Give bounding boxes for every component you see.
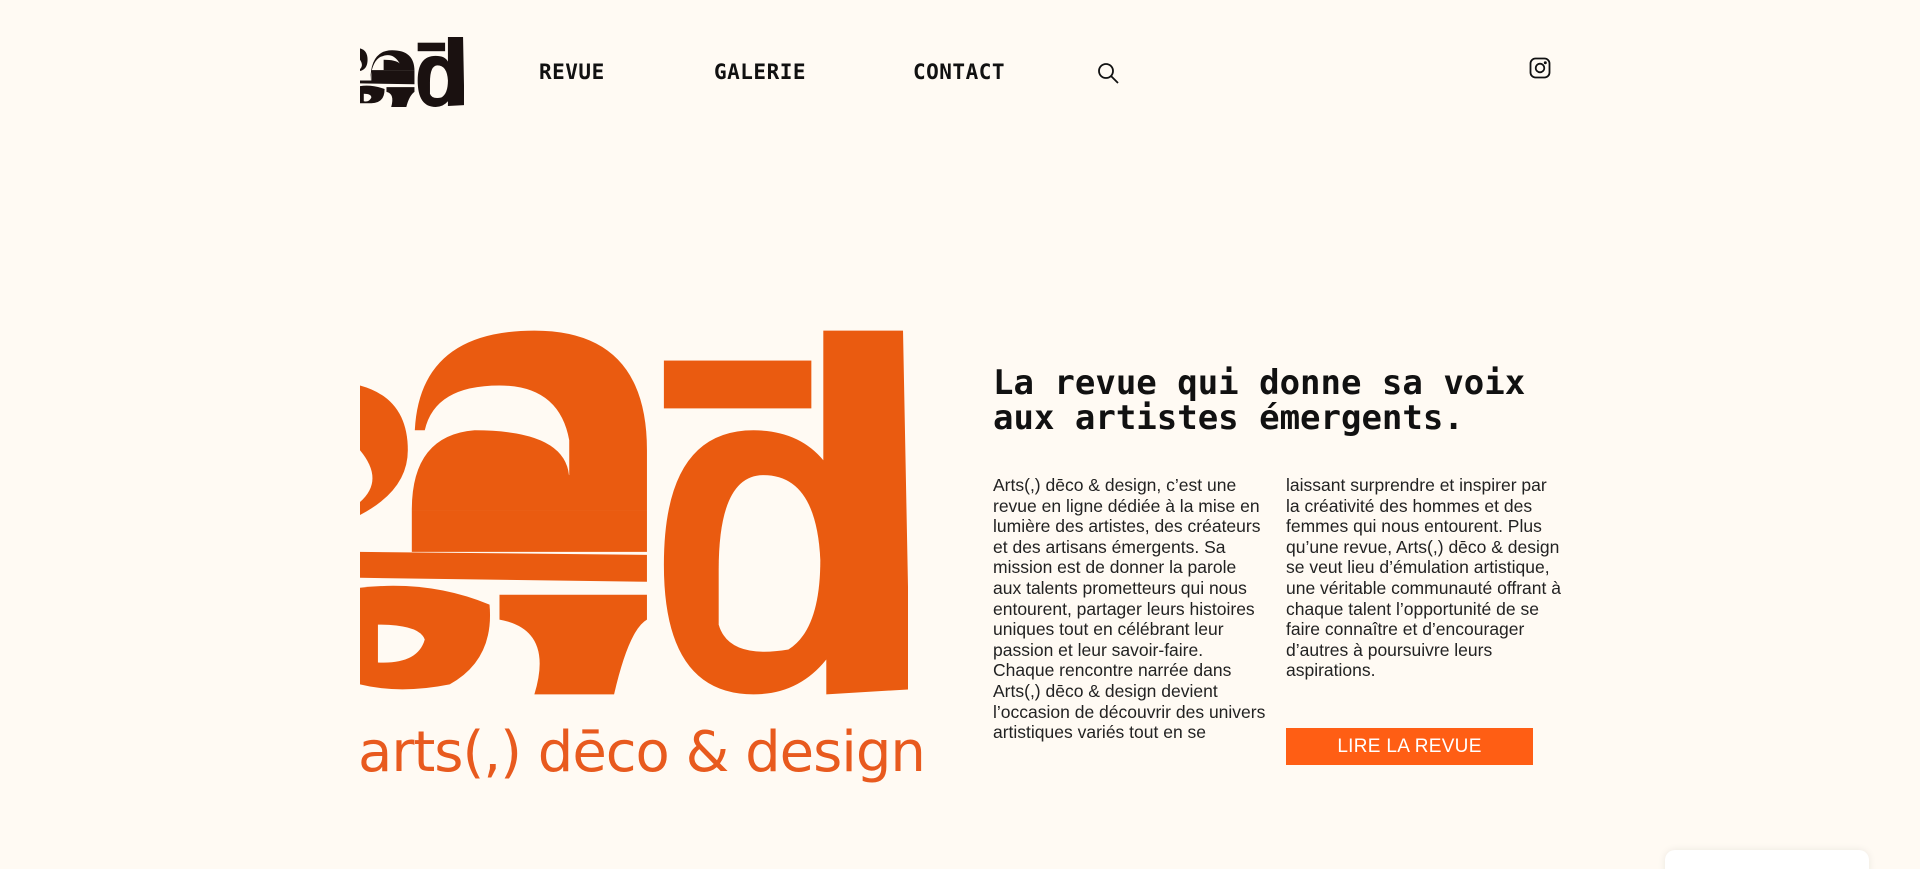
- hero-logo: [360, 330, 908, 700]
- floating-widget[interactable]: [1665, 850, 1869, 869]
- intro-text-column-1: Arts(,) dēco & design, c’est une revue e…: [993, 475, 1266, 743]
- read-review-button[interactable]: LIRE LA REVUE: [1286, 728, 1533, 765]
- nav-revue[interactable]: REVUE: [539, 60, 605, 84]
- intro-text-column-2: laissant surprendre et inspirer par la c…: [1286, 475, 1561, 681]
- instagram-icon[interactable]: [1529, 57, 1551, 79]
- site-logo[interactable]: [360, 36, 464, 108]
- nav-galerie[interactable]: GALERIE: [714, 60, 806, 84]
- nav-contact[interactable]: CONTACT: [913, 60, 1005, 84]
- search-icon[interactable]: [1096, 61, 1120, 85]
- page: REVUE GALERIE CONTACT arts(,) dēco & des…: [0, 0, 1920, 869]
- brand-name: arts(,) dēco & design: [358, 720, 926, 785]
- page-headline: La revue qui donne sa voix aux artistes …: [993, 363, 1526, 438]
